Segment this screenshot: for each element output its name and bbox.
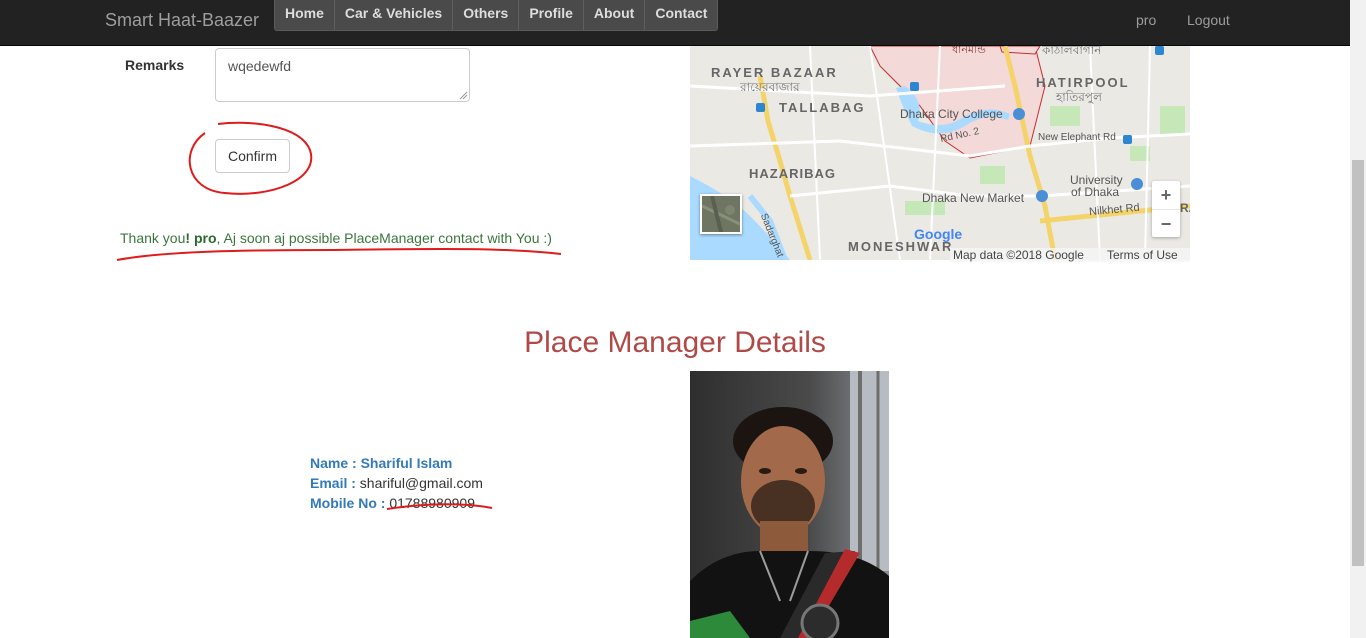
nav-user[interactable]: pro — [1136, 12, 1156, 28]
thanks-underline-annotation — [116, 247, 562, 261]
google-map[interactable]: RAYER BAZAAR রায়েরবাজার TALLABAG HAZARI… — [690, 46, 1190, 260]
manager-portrait-image — [690, 371, 889, 638]
remarks-label: Remarks — [125, 57, 185, 73]
map-data-text: Map data ©2018 Google — [953, 248, 1084, 262]
top-navbar: Smart Haat-Baazer Home Car & Vehicles Ot… — [0, 0, 1350, 46]
place-manager-title: Place Manager Details — [524, 326, 826, 359]
thank-you-message: Thank you! pro, Aj soon aj possible Plac… — [120, 230, 552, 246]
map-label-hatirpool-bn: হাতিরপুল — [1056, 90, 1102, 104]
nav-menu: Home Car & Vehicles Others Profile About… — [274, 0, 719, 31]
map-zoom-control: + − — [1152, 181, 1180, 237]
scrollbar-thumb[interactable] — [1352, 160, 1364, 566]
email-row: Email : shariful@gmail.com — [310, 473, 483, 493]
remarks-textarea[interactable]: wqedewfd — [215, 48, 470, 102]
nav-car-vehicles[interactable]: Car & Vehicles — [335, 0, 454, 30]
map-label-tallabag: TALLABAG — [779, 100, 866, 115]
page: Smart Haat-Baazer Home Car & Vehicles Ot… — [0, 0, 1366, 638]
resize-grip-icon[interactable] — [458, 90, 468, 100]
mobile-row: Mobile No : 01788980909 — [310, 493, 483, 513]
confirm-button[interactable]: Confirm — [215, 139, 290, 173]
satellite-view-toggle[interactable] — [700, 194, 742, 234]
manager-photo — [690, 371, 889, 638]
mobile-value: 01788980909 — [389, 495, 475, 511]
satellite-thumbnail-icon — [702, 196, 740, 232]
map-label-kathalbagan-bn: কাঠালবাগান — [1042, 46, 1102, 57]
vertical-scrollbar[interactable] — [1350, 0, 1366, 638]
map-attribution: Map data ©2018 Google Terms of Use — [950, 248, 1190, 262]
map-label-dhanmondi-bn: ধানমন্ডি — [952, 46, 986, 56]
thanks-suffix: , Aj soon aj possible PlaceManager conta… — [216, 230, 552, 246]
thanks-bang: ! — [185, 230, 191, 246]
zoom-out-button[interactable]: − — [1152, 209, 1180, 237]
nav-others[interactable]: Others — [453, 0, 520, 30]
map-label-rayer-bazaar-bn: রায়েরবাজার — [740, 80, 800, 94]
name-row: Name : Shariful Islam — [310, 453, 483, 473]
zoom-in-button[interactable]: + — [1152, 181, 1180, 209]
map-label-hazaribag: HAZARIBAG — [749, 166, 836, 181]
mobile-label: Mobile No : — [310, 495, 386, 511]
nav-contact[interactable]: Contact — [645, 0, 717, 30]
map-label-dhaka-new-market: Dhaka New Market — [922, 191, 1025, 205]
terms-of-use-link[interactable]: Terms of Use — [1107, 248, 1178, 262]
map-label-dhaka-city-college: Dhaka City College — [900, 107, 1003, 121]
email-label: Email : — [310, 475, 356, 491]
thanks-prefix: Thank you — [120, 230, 186, 246]
nav-profile[interactable]: Profile — [519, 0, 584, 30]
nav-about[interactable]: About — [584, 0, 646, 30]
name-value: Shariful Islam — [360, 455, 453, 471]
logout-link[interactable]: Logout — [1187, 12, 1230, 28]
map-label-new-elephant-rd: New Elephant Rd — [1038, 132, 1116, 143]
google-logo: Google — [914, 226, 963, 242]
map-label-university-2: of Dhaka — [1071, 185, 1120, 199]
brand-link[interactable]: Smart Haat-Baazer — [105, 10, 259, 31]
map-label-rayer-bazaar: RAYER BAZAAR — [711, 65, 838, 80]
thanks-user: pro — [193, 230, 217, 246]
nav-home[interactable]: Home — [275, 0, 335, 30]
email-value: shariful@gmail.com — [359, 475, 483, 491]
map-label-ra: RA — [1180, 201, 1190, 215]
map-label-hatirpool: HATIRPOOL — [1036, 75, 1130, 90]
name-label: Name : — [310, 455, 357, 471]
manager-info: Name : Shariful Islam Email : shariful@g… — [310, 453, 483, 513]
